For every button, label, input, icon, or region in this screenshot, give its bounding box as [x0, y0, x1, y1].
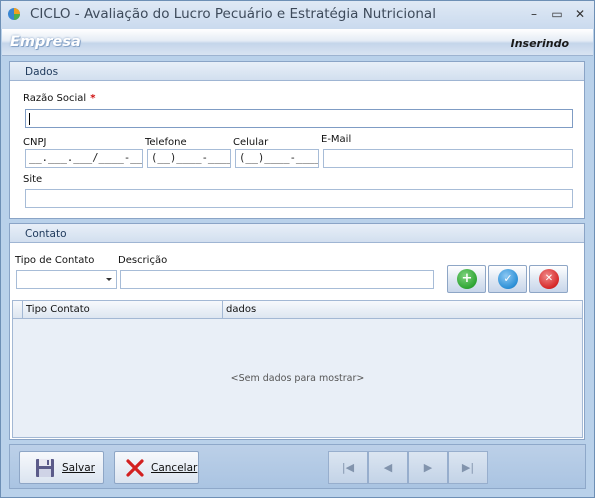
save-button[interactable]: Salvar: [19, 451, 104, 484]
grid-column-dados[interactable]: dados: [222, 301, 582, 319]
contato-grid[interactable]: Tipo Contato dados <Sem dados para mostr…: [12, 300, 583, 438]
dados-group-title: Dados: [25, 66, 59, 78]
razao-social-label: Razão Social *: [23, 93, 95, 104]
site-label: Site: [23, 174, 43, 185]
nav-next-button[interactable]: ▶: [408, 451, 448, 484]
chevron-down-icon[interactable]: [106, 278, 112, 281]
text-caret: [29, 113, 30, 125]
cancel-button[interactable]: Cancelar: [114, 451, 199, 484]
telefone-label: Telefone: [145, 137, 187, 148]
celular-input[interactable]: (__)____-____: [235, 149, 319, 168]
razao-social-label-text: Razão Social: [23, 93, 87, 104]
cnpj-label: CNPJ: [23, 137, 47, 148]
cancel-label: Cancelar: [151, 462, 197, 474]
required-marker: *: [90, 93, 96, 104]
plus-icon: +: [457, 269, 477, 289]
email-input[interactable]: [323, 149, 573, 168]
form-title: Empresa: [10, 34, 81, 50]
tipo-contato-label: Tipo de Contato: [15, 255, 95, 266]
form-mode-status: Inserindo: [510, 37, 569, 50]
telefone-input[interactable]: (__)____-____: [147, 149, 231, 168]
maximize-icon[interactable]: ▭: [547, 6, 567, 22]
cancel-x-icon: [126, 459, 144, 477]
nav-last-button[interactable]: ▶|: [448, 451, 488, 484]
save-label: Salvar: [62, 462, 95, 474]
window-title: CICLO - Avaliação do Lucro Pecuário e Es…: [30, 6, 436, 22]
contato-group: Contato Tipo de Contato Descrição + ✓ ✕ …: [9, 223, 585, 440]
grid-empty-message: <Sem dados para mostrar>: [230, 373, 365, 384]
remove-contato-button[interactable]: ✕: [529, 265, 568, 293]
descricao-label: Descrição: [118, 255, 168, 266]
site-input[interactable]: [25, 189, 573, 208]
grid-header: Tipo Contato dados: [13, 301, 582, 319]
check-icon: ✓: [498, 269, 518, 289]
confirm-contato-button[interactable]: ✓: [488, 265, 527, 293]
dados-group-header[interactable]: Dados: [10, 62, 584, 81]
floppy-disk-icon: [36, 459, 54, 477]
grid-column-tipo-contato[interactable]: Tipo Contato: [22, 301, 222, 319]
title-bar: CICLO - Avaliação do Lucro Pecuário e Es…: [1, 1, 594, 29]
cancel-label-text: Cancelar: [151, 462, 198, 474]
main-window: CICLO - Avaliação do Lucro Pecuário e Es…: [0, 0, 595, 498]
tipo-contato-select[interactable]: [16, 270, 117, 289]
save-label-text: Salvar: [62, 462, 95, 474]
form-header: Empresa Inserindo: [2, 29, 593, 56]
bottom-toolbar: Salvar Cancelar |◀ ◀ ▶ ▶|: [9, 444, 586, 489]
contato-group-header[interactable]: Contato: [10, 224, 584, 243]
app-icon: [8, 8, 20, 20]
celular-label: Celular: [233, 137, 269, 148]
remove-icon: ✕: [539, 269, 559, 289]
nav-prev-button[interactable]: ◀: [368, 451, 408, 484]
contato-group-title: Contato: [25, 228, 67, 240]
close-icon[interactable]: ✕: [570, 6, 590, 22]
email-label: E-Mail: [321, 134, 352, 145]
descricao-input[interactable]: [120, 270, 434, 289]
dados-group: Dados Razão Social * CNPJ __.___.___/____…: [9, 61, 585, 219]
razao-social-input[interactable]: [25, 109, 573, 128]
nav-first-button[interactable]: |◀: [328, 451, 368, 484]
cnpj-input[interactable]: __.___.___/____-__: [25, 149, 143, 168]
minimize-icon[interactable]: –: [524, 6, 544, 22]
add-contato-button[interactable]: +: [447, 265, 486, 293]
